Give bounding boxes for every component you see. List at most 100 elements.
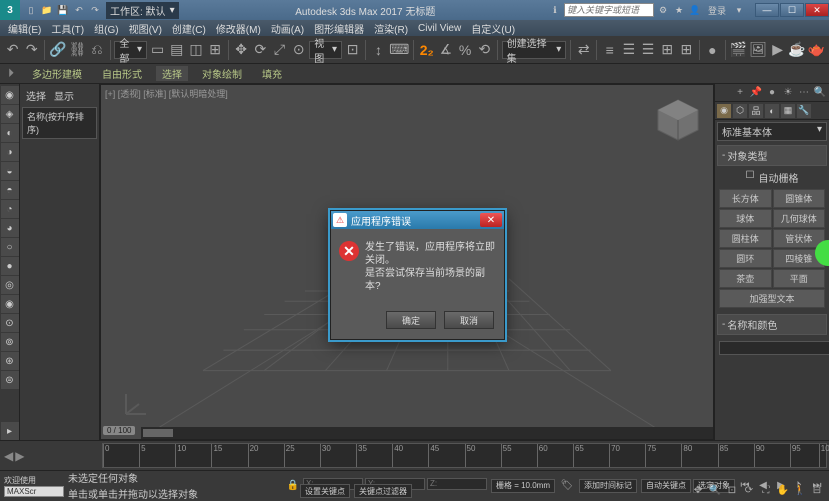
login-label[interactable]: 登录 xyxy=(708,4,726,17)
btn-cone[interactable]: 圆锥体 xyxy=(773,189,826,208)
lt-btn-11[interactable]: ◎ xyxy=(1,276,19,294)
ribbon-tab-polymodel[interactable]: 多边形建模 xyxy=(26,66,88,81)
keyboard-button[interactable]: ⌨ xyxy=(389,39,409,61)
snap-button[interactable]: 2₂ xyxy=(418,39,435,61)
ribbon-tab-objpaint[interactable]: 对象绘制 xyxy=(196,66,248,81)
redo-button[interactable]: ↷ xyxy=(23,39,40,61)
menu-create[interactable]: 创建(C) xyxy=(168,21,210,36)
scene-tab-select[interactable]: 选择 xyxy=(26,88,46,103)
lt-btn-6[interactable]: ◓ xyxy=(1,181,19,199)
autogrid-checkbox[interactable]: ☐ xyxy=(746,170,755,185)
lt-btn-1[interactable]: ◉ xyxy=(1,86,19,104)
nav-min-icon[interactable]: ⊟ xyxy=(809,482,825,498)
ref-coord-dropdown[interactable]: 视图▾ xyxy=(309,41,342,59)
menu-animation[interactable]: 动画(A) xyxy=(267,21,308,36)
render-frame-button[interactable]: 🖼 xyxy=(749,39,767,61)
rp-pin-icon[interactable]: 📌 xyxy=(749,86,763,100)
rp-gear-icon[interactable]: ☀ xyxy=(781,86,795,100)
link-button[interactable]: 🔗 xyxy=(49,39,66,61)
timeline-ruler[interactable]: 0 / 100 0 5 10 15 20 25 30 35 40 45 50 5… xyxy=(102,443,827,468)
autokey-button[interactable]: 自动关键点 xyxy=(641,479,691,493)
rp-dots-icon[interactable]: ⋯ xyxy=(797,86,811,100)
select-region-button[interactable]: ◫ xyxy=(187,39,204,61)
ribbon-chevron-icon[interactable]: ⏵ xyxy=(8,66,14,81)
dialog-cancel-button[interactable]: 取消 xyxy=(444,311,494,329)
rp-plus-icon[interactable]: + xyxy=(733,86,747,100)
rp-search-icon[interactable]: 🔍 xyxy=(813,86,827,100)
nav-orbit-icon[interactable]: ⟳ xyxy=(741,482,757,498)
lt-btn-5[interactable]: ◒ xyxy=(1,162,19,180)
render-button[interactable]: ▶ xyxy=(769,39,786,61)
new-icon[interactable]: ▯ xyxy=(24,3,38,17)
material-button[interactable]: ● xyxy=(704,39,721,61)
object-name-input[interactable] xyxy=(719,341,829,355)
time-tag-field[interactable]: 添加时间标记 xyxy=(579,479,637,493)
render-setup-button[interactable]: 🎬 xyxy=(730,39,747,61)
dialog-titlebar[interactable]: ⚠ 应用程序错误 ✕ xyxy=(331,211,504,229)
undo-icon[interactable]: ↶ xyxy=(72,3,86,17)
nav-max-icon[interactable]: ⛶ xyxy=(758,482,774,498)
render3-button[interactable]: 🫖 xyxy=(808,39,825,61)
maxscript-label[interactable]: MAXScr xyxy=(4,486,64,497)
menu-customize[interactable]: 自定义(U) xyxy=(467,21,519,36)
lt-btn-7[interactable]: ◔ xyxy=(1,200,19,218)
tab-modify[interactable]: ⬡ xyxy=(733,104,747,118)
star-icon[interactable]: ★ xyxy=(672,3,686,17)
move-button[interactable]: ✥ xyxy=(233,39,250,61)
lt-btn-8[interactable]: ◕ xyxy=(1,219,19,237)
tl-left-arrow-icon[interactable]: ◀ xyxy=(4,449,13,463)
redo-icon[interactable]: ↷ xyxy=(88,3,102,17)
btn-geosphere[interactable]: 几何球体 xyxy=(773,209,826,228)
info-icon[interactable]: ℹ xyxy=(548,3,562,17)
tab-create[interactable]: ◉ xyxy=(717,104,731,118)
section-object-type[interactable]: -对象类型 xyxy=(717,145,827,166)
help-search-input[interactable] xyxy=(564,3,654,17)
angle-snap-button[interactable]: ∡ xyxy=(437,39,454,61)
layer2-button[interactable]: ☰ xyxy=(639,39,656,61)
viewport-gizmo[interactable] xyxy=(121,389,151,419)
close-button[interactable]: ✕ xyxy=(805,3,829,17)
lt-btn-14[interactable]: ⊚ xyxy=(1,333,19,351)
window-crossing-button[interactable]: ⊞ xyxy=(207,39,224,61)
section-name-color[interactable]: -名称和颜色 xyxy=(717,314,827,335)
menu-group[interactable]: 组(G) xyxy=(90,21,122,36)
spinner-snap-button[interactable]: ⟲ xyxy=(476,39,493,61)
nav-pan-icon[interactable]: ✥ xyxy=(690,482,706,498)
percent-snap-button[interactable]: % xyxy=(457,39,474,61)
lt-btn-15[interactable]: ⊛ xyxy=(1,352,19,370)
tab-utilities[interactable]: 🔧 xyxy=(797,104,811,118)
render2-button[interactable]: ☕ xyxy=(788,39,805,61)
viewcube[interactable] xyxy=(653,95,703,145)
min-dd-icon[interactable]: ▾ xyxy=(732,3,746,17)
rotate-button[interactable]: ⟳ xyxy=(252,39,269,61)
save-icon[interactable]: 💾 xyxy=(56,3,70,17)
undo-button[interactable]: ↶ xyxy=(4,39,21,61)
category-dropdown[interactable]: 标准基本体▾ xyxy=(717,122,827,141)
tl-right-arrow-icon[interactable]: ▶ xyxy=(15,449,24,463)
dialog-close-button[interactable]: ✕ xyxy=(480,213,502,227)
select-button[interactable]: ▭ xyxy=(149,39,166,61)
minimize-button[interactable]: — xyxy=(755,3,779,17)
menu-graph[interactable]: 图形编辑器 xyxy=(310,21,368,36)
setkey-button[interactable]: 设置关键点 xyxy=(300,484,350,498)
scroll-thumb[interactable] xyxy=(143,429,173,437)
btn-box[interactable]: 长方体 xyxy=(719,189,772,208)
user-icon[interactable]: 👤 xyxy=(688,3,702,17)
open-icon[interactable]: 📁 xyxy=(40,3,54,17)
tab-hierarchy[interactable]: 品 xyxy=(749,104,763,118)
scene-tab-display[interactable]: 显示 xyxy=(54,88,74,103)
btn-sphere[interactable]: 球体 xyxy=(719,209,772,228)
lt-btn-16[interactable]: ⊜ xyxy=(1,371,19,389)
menu-civilview[interactable]: Civil View xyxy=(414,23,465,34)
viewport-hscroll[interactable] xyxy=(141,427,713,439)
lock-icon[interactable]: 🔒 xyxy=(285,478,301,494)
scale-button[interactable]: ⤢ xyxy=(271,39,288,61)
menu-views[interactable]: 视图(V) xyxy=(125,21,166,36)
lt-btn-12[interactable]: ◉ xyxy=(1,295,19,313)
time-slider[interactable]: 0 / 100 xyxy=(103,426,135,435)
nav-pan2-icon[interactable]: ✋ xyxy=(775,482,791,498)
keyfilter-button[interactable]: 关键点过滤器 xyxy=(354,484,412,498)
nav-walk-icon[interactable]: 🚶 xyxy=(792,482,808,498)
lt-btn-4[interactable]: ◑ xyxy=(1,143,19,161)
ribbon-tab-freeform[interactable]: 自由形式 xyxy=(96,66,148,81)
